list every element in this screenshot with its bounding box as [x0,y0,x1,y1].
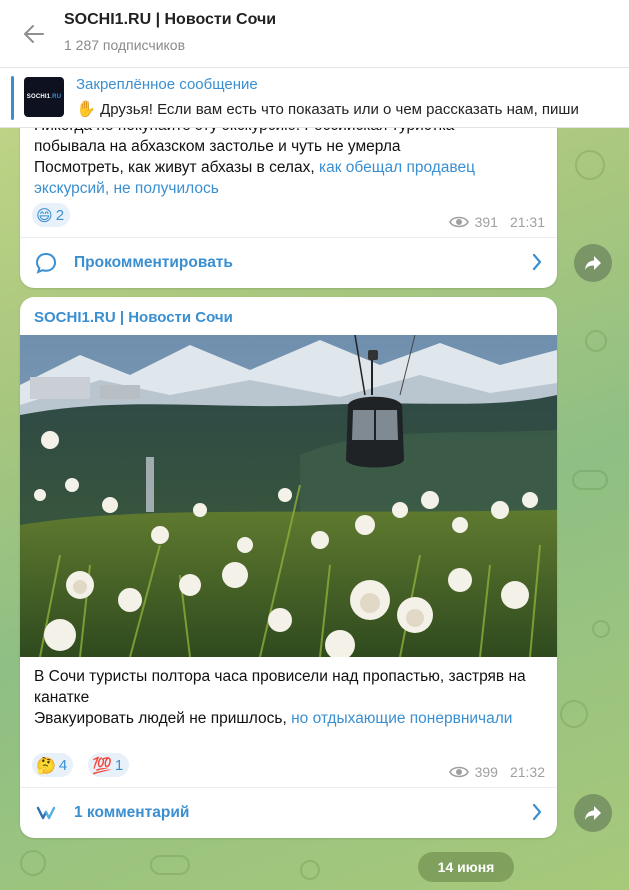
chevron-right-icon [532,803,542,821]
commenter-avatar-icon [36,806,56,820]
share-arrow-icon [585,256,601,270]
grin-emoji-icon: 😄 [36,205,53,225]
view-count: 391 [474,214,498,230]
comment-button[interactable]: Прокомментировать [20,237,557,288]
date-separator: 14 июня [418,852,514,882]
pinned-message-bar[interactable]: SOCHI1 .RU Закреплённое сообщение ✋ Друзь… [0,68,629,128]
back-button[interactable] [18,18,50,50]
pinned-title: Закреплённое сообщение [76,76,258,93]
pinned-thumbnail: SOCHI1 .RU [24,77,64,117]
reaction-chip[interactable]: 💯 1 [88,753,130,777]
background-doodle [560,700,588,728]
thinking-emoji-icon: 🤔 [36,755,56,775]
pinned-thumb-text: SOCHI1 [26,94,51,100]
message-text: В Сочи туристы полтора часа провисели на… [34,666,544,729]
pinned-preview: ✋ Друзья! Если вам есть что показать или… [76,99,579,118]
reaction-count: 1 [114,756,124,774]
channel-title[interactable]: SOCHI1.RU | Новости Сочи [64,11,276,29]
message-span: Посмотреть, как живут абхазы в селах, [34,159,319,176]
view-count: 399 [474,764,498,780]
share-arrow-icon [585,806,601,820]
message-line: Посмотреть, как живут абхазы в селах, ка… [34,157,544,199]
pinned-thumb-text: .RU [50,94,62,100]
channel-name[interactable]: SOCHI1.RU | Новости Сочи [34,309,233,326]
message-time: 21:31 [509,214,545,230]
arrow-left-icon [24,25,44,43]
message-bubble: SOCHI1.RU | Новости Сочи В Сочи туристы … [20,297,557,838]
comment-label: 1 комментарий [74,804,190,821]
share-button[interactable] [574,244,612,282]
background-doodle [585,330,607,352]
hundred-emoji-icon: 💯 [92,755,112,775]
article-link[interactable]: но отдыхающие понервничали [291,710,512,727]
background-doodle [575,150,605,180]
comment-bubble-icon [35,252,57,274]
share-button[interactable] [574,794,612,832]
comment-button[interactable]: 1 комментарий [20,787,557,838]
message-bubble: Никогда не покупайте эту экскурсию: Росс… [20,100,557,288]
eye-icon [448,216,469,228]
post-photo[interactable] [20,335,557,657]
message-time: 21:32 [509,764,545,780]
message-span: Эвакуировать людей не пришлось, [34,710,292,727]
reaction-chip[interactable]: 😄 2 [32,203,71,227]
background-doodle [150,855,190,875]
pinned-indicator [11,76,14,120]
message-line: В Сочи туристы полтора часа провисели на… [34,668,526,706]
message-meta: 391 21:31 [448,214,545,230]
subscriber-count: 1 287 подписчиков [64,37,186,53]
background-doodle [572,470,608,490]
pinned-preview-text: Друзья! Если вам есть что показать или о… [100,101,579,118]
eye-icon [448,766,469,778]
background-doodle [20,850,46,876]
chevron-right-icon [532,253,542,271]
message-meta: 399 21:32 [448,764,545,780]
comment-label: Прокомментировать [74,254,233,271]
message-line: побывала на абхазском застолье и чуть не… [34,138,401,155]
chat-header: SOCHI1.RU | Новости Сочи 1 287 подписчик… [0,0,629,68]
background-doodle [592,620,610,638]
message-line: Эвакуировать людей не пришлось, но отдых… [34,708,544,729]
reaction-count: 2 [55,206,65,224]
raised-hand-icon: ✋ [76,99,96,118]
background-doodle [300,860,320,880]
reaction-count: 4 [58,756,68,774]
reaction-chip[interactable]: 🤔 4 [32,753,74,777]
